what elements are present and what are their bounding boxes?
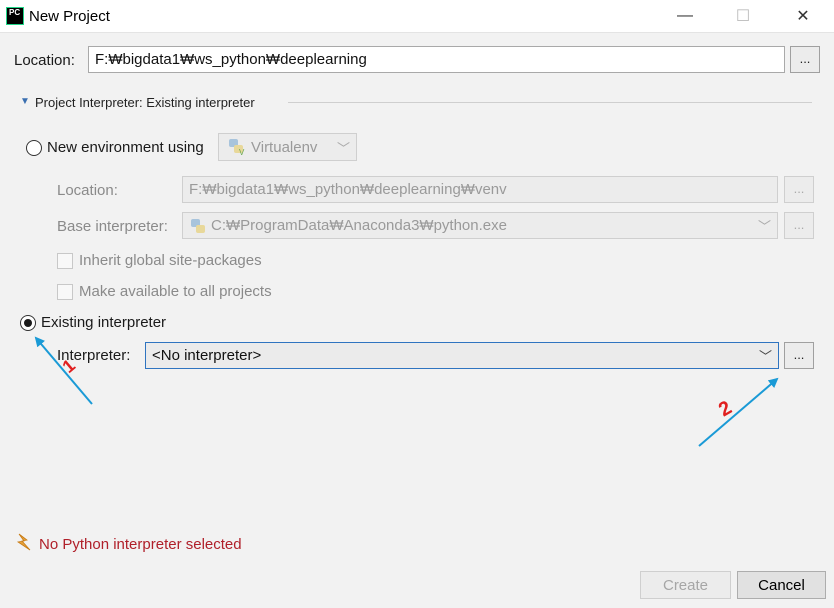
create-button[interactable]: Create [640,571,731,599]
annotation-overlay [34,336,779,447]
annotation-arrow-1 [34,336,93,405]
warning-bolt-icon [14,532,34,552]
warning-message: No Python interpreter selected [39,536,242,553]
cancel-button[interactable]: Cancel [737,571,826,599]
annotation-arrow-2 [698,377,779,447]
